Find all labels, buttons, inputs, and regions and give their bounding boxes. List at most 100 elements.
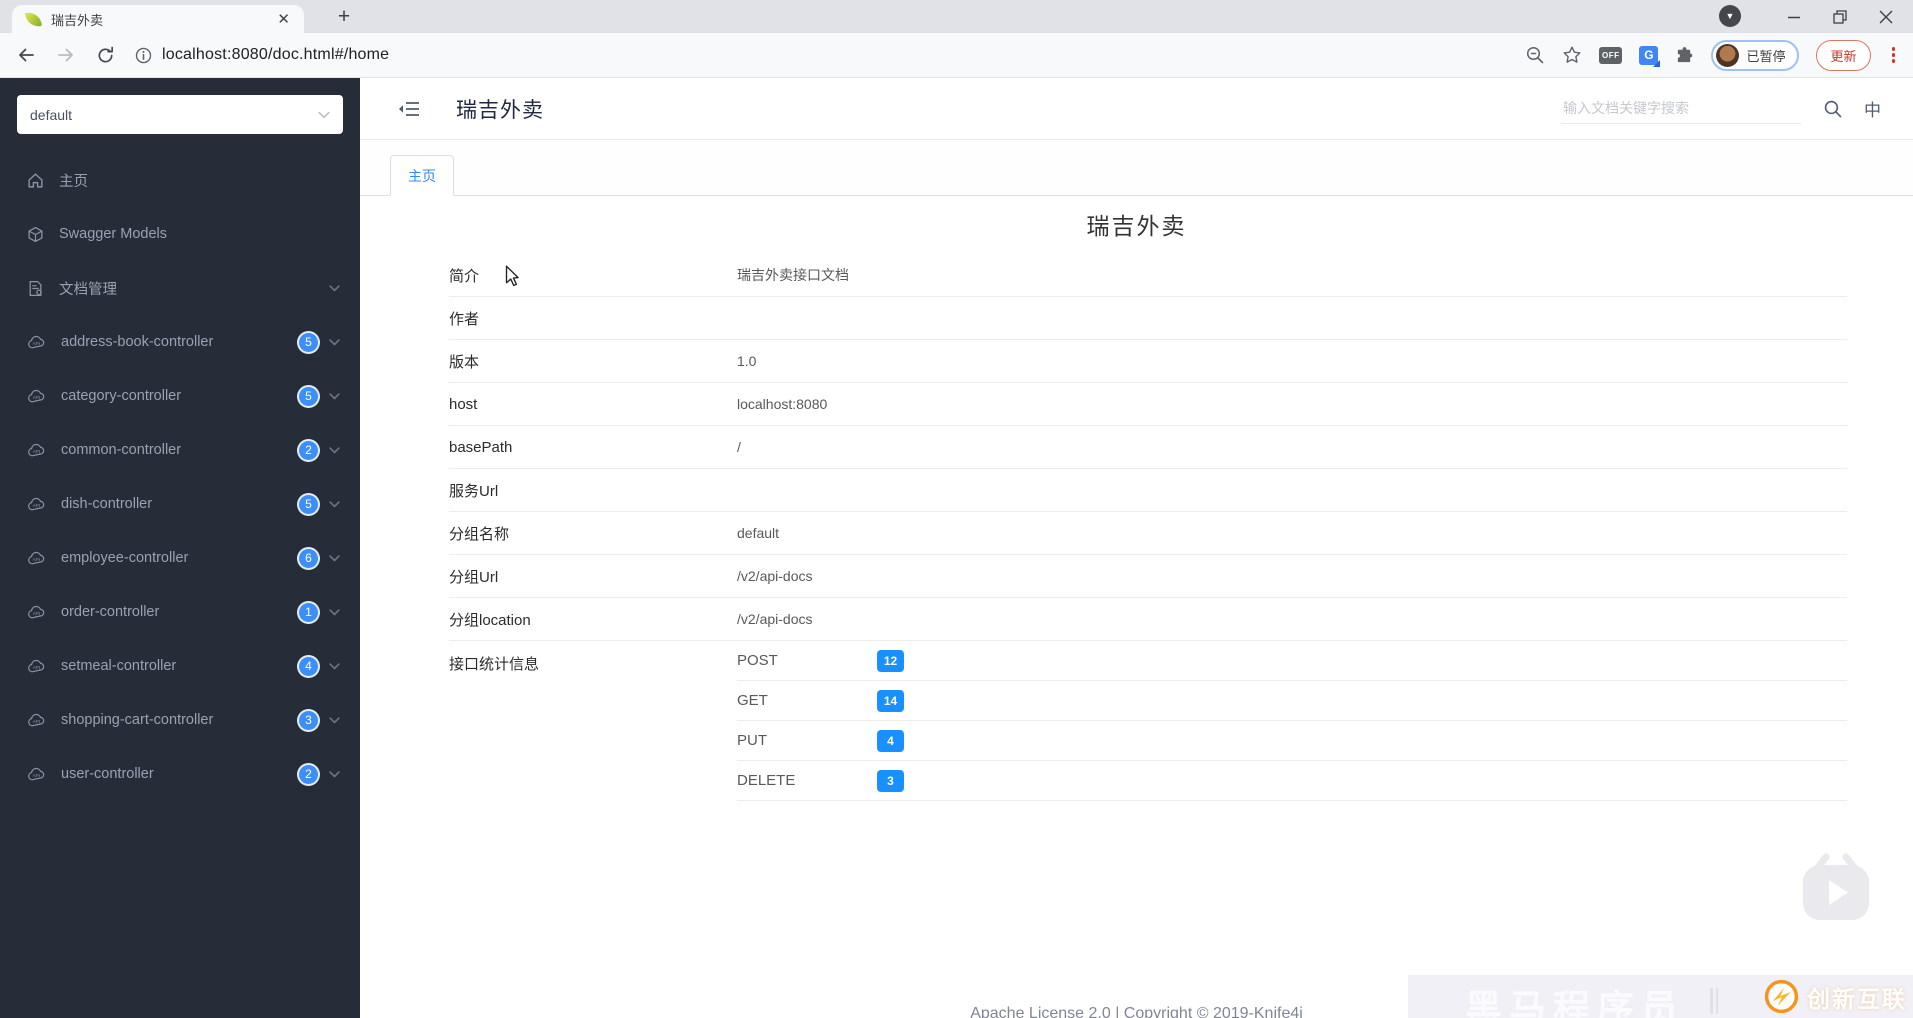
- reload-icon[interactable]: [96, 46, 115, 65]
- home-icon: [27, 172, 44, 189]
- sidebar-item-setmeal-controller[interactable]: API setmeal-controller 4: [0, 639, 360, 693]
- method-stat-row: POST 12: [737, 641, 1847, 681]
- sidebar-item-address-book-controller[interactable]: API address-book-controller 5: [0, 315, 360, 369]
- screen: 瑞吉外卖 ✕ + ▼ localhost:8080/doc.html#/home…: [0, 0, 1913, 1018]
- address-bar[interactable]: localhost:8080/doc.html#/home: [135, 46, 389, 64]
- sidebar-item-shopping-cart-controller[interactable]: API shopping-cart-controller 3: [0, 693, 360, 747]
- api-count-badge: 5: [297, 384, 320, 408]
- back-icon[interactable]: [16, 45, 36, 65]
- info-row-value: /v2/api-docs: [737, 568, 813, 584]
- api-cloud-icon: API: [27, 497, 46, 512]
- chevron-down-icon: [329, 284, 340, 292]
- url-text[interactable]: localhost:8080/doc.html#/home: [162, 46, 389, 64]
- update-button[interactable]: 更新: [1816, 39, 1871, 71]
- api-count-badge: 6: [297, 546, 320, 570]
- api-stats-label: 接口统计信息: [449, 656, 540, 673]
- sidebar-item-label: 文档管理: [59, 281, 117, 298]
- tab-close-icon[interactable]: ✕: [273, 10, 294, 28]
- sidebar-item-label: dish-controller: [61, 496, 153, 512]
- svg-text:API: API: [33, 665, 40, 670]
- extension-off-icon[interactable]: OFF: [1598, 46, 1623, 64]
- method-count-badge: 3: [877, 769, 904, 792]
- profile-pill[interactable]: 已暂停: [1711, 39, 1800, 71]
- sidebar-item-doc-management[interactable]: 文档管理: [0, 261, 360, 315]
- sidebar-item-label: shopping-cart-controller: [61, 712, 214, 728]
- info-row-label: basePath: [449, 438, 513, 456]
- menu-fold-icon[interactable]: [398, 100, 420, 118]
- brand-watermark: 创新互联: [1763, 978, 1907, 1015]
- sidebar-item-dish-controller[interactable]: API dish-controller 5: [0, 477, 360, 531]
- sidebar-item-label: order-controller: [61, 604, 160, 620]
- watermark-band: 黑马程序员 创新互联: [1408, 975, 1913, 1018]
- info-row: host localhost:8080: [449, 383, 1847, 426]
- chevron-down-icon: [329, 716, 340, 724]
- sidebar-item-home[interactable]: 主页: [0, 153, 360, 207]
- chevron-down-icon: [329, 608, 340, 616]
- info-row-label: 服务Url: [449, 482, 499, 500]
- sidebar-menu: 主页 Swagger Models 文档管理 API address-book-cont…: [0, 153, 360, 801]
- api-cloud-icon: API: [27, 767, 46, 782]
- sidebar-item-label: common-controller: [61, 442, 182, 458]
- group-select[interactable]: default: [17, 95, 343, 134]
- chevron-down-icon: [329, 338, 340, 346]
- site-info-icon[interactable]: [135, 47, 152, 64]
- sidebar-item-label: 主页: [59, 173, 88, 190]
- sidebar: default 主页 Swagger Models 文档管理 API address-b…: [0, 78, 360, 1018]
- tab-home[interactable]: 主页: [390, 155, 454, 196]
- bookmark-star-icon[interactable]: [1562, 45, 1582, 65]
- sidebar-item-label: user-controller: [61, 766, 154, 782]
- sidebar-item-common-controller[interactable]: API common-controller 2: [0, 423, 360, 477]
- profile-status-label: 已暂停: [1746, 48, 1786, 64]
- api-count-badge: 2: [297, 438, 320, 462]
- info-row: 简介 瑞吉外卖接口文档: [449, 254, 1847, 297]
- info-row-value: default: [737, 525, 780, 541]
- tab-dropdown-icon[interactable]: ▼: [1719, 5, 1741, 27]
- api-count-badge: 2: [297, 762, 320, 786]
- method-count-badge: 14: [877, 689, 904, 712]
- sidebar-item-order-controller[interactable]: API order-controller 1: [0, 585, 360, 639]
- sidebar-item-category-controller[interactable]: API category-controller 5: [0, 369, 360, 423]
- brand-logo-icon: [1763, 978, 1800, 1015]
- chevron-down-icon: [329, 392, 340, 400]
- minimize-icon[interactable]: [1771, 0, 1817, 33]
- extensions-puzzle-icon[interactable]: [1675, 46, 1694, 65]
- browser-tab[interactable]: 瑞吉外卖 ✕: [12, 5, 304, 33]
- chevron-down-icon: [329, 446, 340, 454]
- method-name: PUT: [737, 732, 767, 749]
- close-icon[interactable]: [1863, 0, 1909, 33]
- info-row-value: 瑞吉外卖接口文档: [737, 267, 849, 283]
- info-row: 作者: [449, 297, 1847, 340]
- new-tab-icon[interactable]: +: [330, 3, 358, 31]
- page-title: 瑞吉外卖: [1086, 213, 1187, 239]
- more-menu-icon[interactable]: [1888, 45, 1900, 65]
- doc-gear-icon: [27, 280, 44, 297]
- api-cloud-icon: API: [27, 713, 46, 728]
- lang-zh-icon[interactable]: 中: [1864, 96, 1885, 121]
- translate-icon[interactable]: G: [1639, 45, 1661, 67]
- doc-search-input[interactable]: [1561, 93, 1801, 124]
- sidebar-item-user-controller[interactable]: API user-controller 2: [0, 747, 360, 801]
- restore-icon[interactable]: [1817, 0, 1863, 33]
- search-icon[interactable]: [1823, 99, 1842, 118]
- forward-icon[interactable]: [56, 45, 76, 65]
- method-stat-row: GET 14: [737, 681, 1847, 721]
- zoom-out-icon[interactable]: [1525, 45, 1545, 65]
- method-name: DELETE: [737, 772, 796, 789]
- group-select-value: default: [30, 106, 73, 123]
- info-row-label: 分组location: [449, 611, 531, 629]
- favicon-leaf-icon: [25, 10, 42, 28]
- info-row: 分组名称 default: [449, 512, 1847, 555]
- sidebar-item-swagger-models[interactable]: Swagger Models: [0, 207, 360, 261]
- method-stat-row: PUT 4: [737, 721, 1847, 761]
- info-row-label: 分组名称: [449, 525, 510, 543]
- svg-text:API: API: [33, 503, 40, 508]
- browser-tab-title: 瑞吉外卖: [51, 12, 104, 28]
- svg-text:API: API: [33, 449, 40, 454]
- api-stats-row: 接口统计信息 POST 12 GET 14 PUT 4 DELETE 3: [449, 641, 1847, 801]
- sidebar-item-employee-controller[interactable]: API employee-controller 6: [0, 531, 360, 585]
- app-header: 瑞吉外卖 中: [360, 78, 1913, 140]
- profile-avatar: [1716, 43, 1740, 67]
- play-tv-icon[interactable]: [1795, 852, 1877, 937]
- watermark-text: 黑马程序员: [1465, 988, 1685, 1018]
- info-row: 分组Url/v2/api-docs: [449, 555, 1847, 598]
